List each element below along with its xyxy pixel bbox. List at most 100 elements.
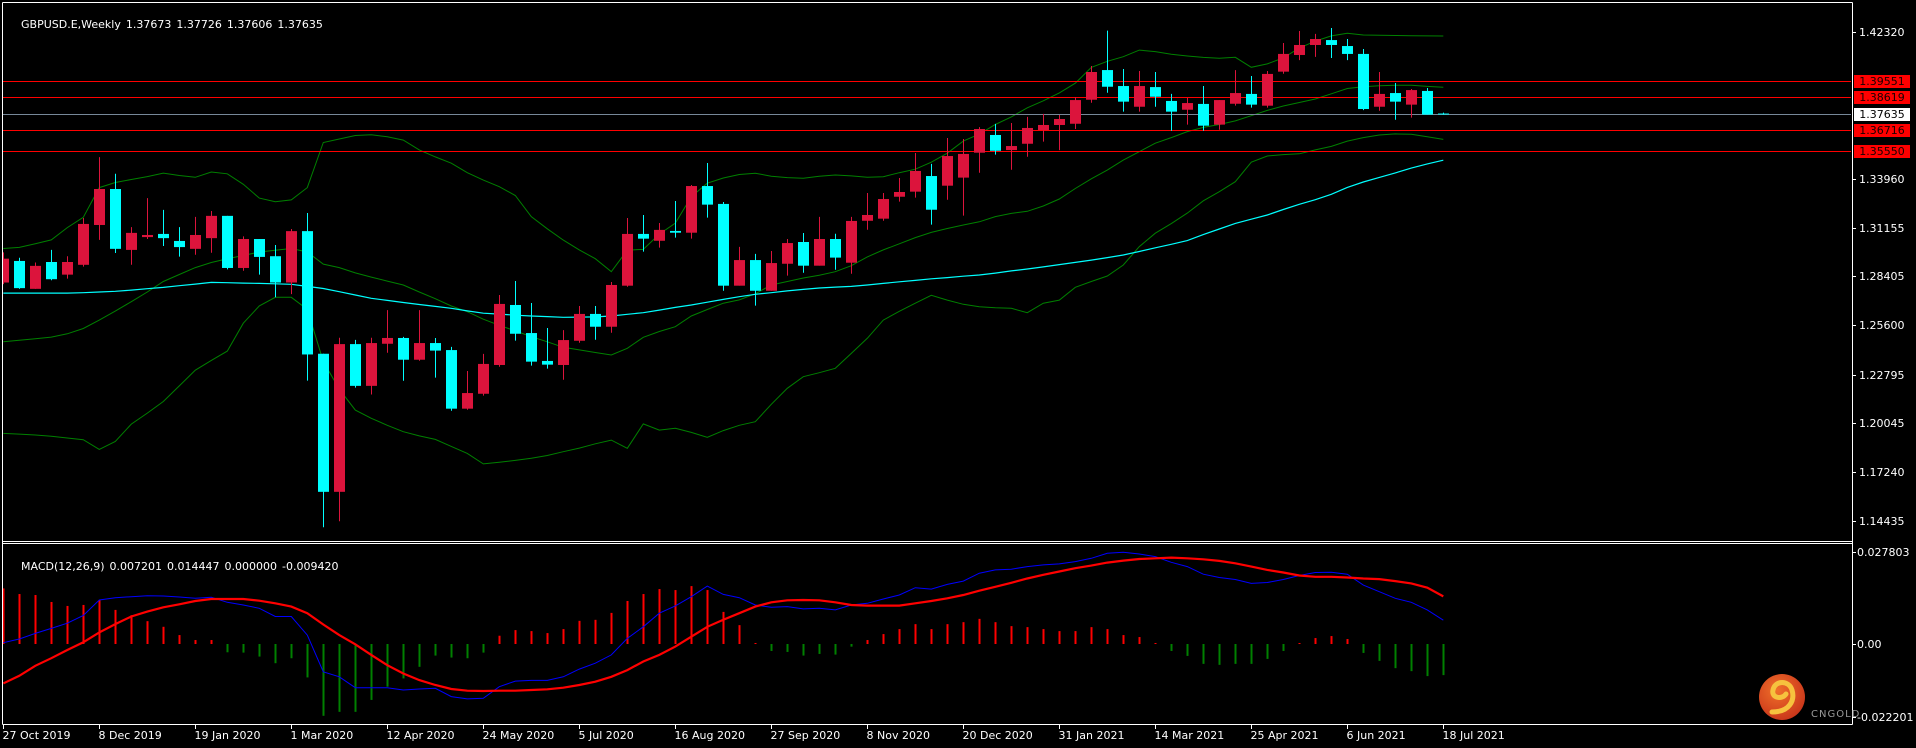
candle[interactable] xyxy=(622,217,633,287)
candle[interactable] xyxy=(718,202,729,291)
mt4-chart-window[interactable]: GBPUSD.E,Weekly 1.37673 1.37726 1.37606 1.37… xyxy=(0,0,1916,748)
candle[interactable] xyxy=(1070,97,1081,130)
candle[interactable] xyxy=(1134,70,1145,112)
candle[interactable] xyxy=(990,123,1001,155)
candle[interactable] xyxy=(462,370,473,410)
macd-histogram-bar xyxy=(978,618,981,644)
candle[interactable] xyxy=(414,310,425,361)
macd-value: 0.007201 xyxy=(109,560,163,573)
candle[interactable] xyxy=(302,213,313,381)
candle[interactable] xyxy=(798,233,809,273)
candle-body xyxy=(1102,70,1113,87)
candle[interactable] xyxy=(654,223,665,248)
candle[interactable] xyxy=(270,244,281,298)
candle[interactable] xyxy=(446,346,457,411)
candle[interactable] xyxy=(1406,89,1417,118)
candle[interactable] xyxy=(1182,97,1193,125)
candle-body xyxy=(3,258,9,283)
candle[interactable] xyxy=(750,253,761,306)
candle[interactable] xyxy=(814,216,825,266)
candle[interactable] xyxy=(1198,86,1209,131)
candle[interactable] xyxy=(1374,72,1385,111)
candle[interactable] xyxy=(1038,113,1049,142)
hist-up-value: 0.000000 xyxy=(224,560,278,573)
candle[interactable] xyxy=(254,239,265,275)
candle[interactable] xyxy=(1342,39,1353,61)
candle[interactable] xyxy=(766,250,777,291)
candle[interactable] xyxy=(1230,70,1241,106)
candle[interactable] xyxy=(958,139,969,216)
macd-histogram-bar xyxy=(82,604,85,644)
candle[interactable] xyxy=(974,127,985,173)
candle[interactable] xyxy=(942,137,953,200)
candle[interactable] xyxy=(510,280,521,341)
candle[interactable] xyxy=(1278,43,1289,74)
candle[interactable] xyxy=(702,163,713,218)
candle[interactable] xyxy=(1358,49,1369,111)
candle-body xyxy=(830,239,841,258)
candle[interactable] xyxy=(238,236,249,271)
candle[interactable] xyxy=(14,257,25,289)
candle[interactable] xyxy=(1118,69,1129,112)
candle[interactable] xyxy=(478,353,489,396)
candle[interactable] xyxy=(430,337,441,378)
price-tick-label: 1.31155 xyxy=(1859,221,1905,235)
candle-body xyxy=(766,263,777,291)
candle[interactable] xyxy=(1150,72,1161,107)
candle[interactable] xyxy=(1054,114,1065,151)
candle[interactable] xyxy=(1022,116,1033,157)
candle[interactable] xyxy=(606,282,617,333)
candle[interactable] xyxy=(494,294,505,367)
candle[interactable] xyxy=(1326,27,1337,58)
candle[interactable] xyxy=(1422,87,1433,115)
candle[interactable] xyxy=(174,227,185,257)
candle[interactable] xyxy=(126,227,137,265)
candle[interactable] xyxy=(782,239,793,276)
candle[interactable] xyxy=(1438,112,1449,115)
candle[interactable] xyxy=(382,310,393,353)
candle[interactable] xyxy=(78,217,89,267)
candle[interactable] xyxy=(862,193,873,230)
candle[interactable] xyxy=(0,252,9,285)
candle[interactable] xyxy=(110,173,121,254)
candle[interactable] xyxy=(350,339,361,388)
candle[interactable] xyxy=(670,200,681,238)
level-price-label: 1.38619 xyxy=(1854,90,1910,104)
candle[interactable] xyxy=(158,209,169,247)
candle[interactable] xyxy=(590,306,601,340)
candle[interactable] xyxy=(686,184,697,239)
candle[interactable] xyxy=(190,216,201,255)
candle[interactable] xyxy=(830,233,841,270)
candle[interactable] xyxy=(142,198,153,240)
candle[interactable] xyxy=(910,153,921,198)
chart-canvas[interactable] xyxy=(0,0,1916,748)
candle[interactable] xyxy=(734,246,745,286)
candle[interactable] xyxy=(926,163,937,225)
candle[interactable] xyxy=(558,330,569,380)
candle[interactable] xyxy=(1102,30,1113,93)
candle[interactable] xyxy=(878,193,889,221)
candle[interactable] xyxy=(30,262,41,289)
candle[interactable] xyxy=(334,337,345,522)
date-tick-label: 12 Apr 2020 xyxy=(386,729,455,742)
candle[interactable] xyxy=(542,327,553,369)
candle[interactable] xyxy=(94,157,105,240)
candle[interactable] xyxy=(846,216,857,274)
macd-histogram-bar xyxy=(178,635,181,644)
candle[interactable] xyxy=(1310,33,1321,57)
candle[interactable] xyxy=(366,337,377,395)
candle[interactable] xyxy=(62,256,73,279)
candle[interactable] xyxy=(206,210,217,253)
candle[interactable] xyxy=(1294,30,1305,61)
candle[interactable] xyxy=(894,177,905,202)
candle[interactable] xyxy=(318,353,329,528)
candle[interactable] xyxy=(222,215,233,270)
candle[interactable] xyxy=(46,249,57,281)
candle[interactable] xyxy=(1166,93,1177,131)
candle[interactable] xyxy=(1262,70,1273,108)
candle[interactable] xyxy=(398,336,409,381)
date-tick-label: 19 Jan 2020 xyxy=(194,729,261,742)
candle[interactable] xyxy=(574,306,585,343)
candle[interactable] xyxy=(526,303,537,366)
candle[interactable] xyxy=(1246,76,1257,108)
